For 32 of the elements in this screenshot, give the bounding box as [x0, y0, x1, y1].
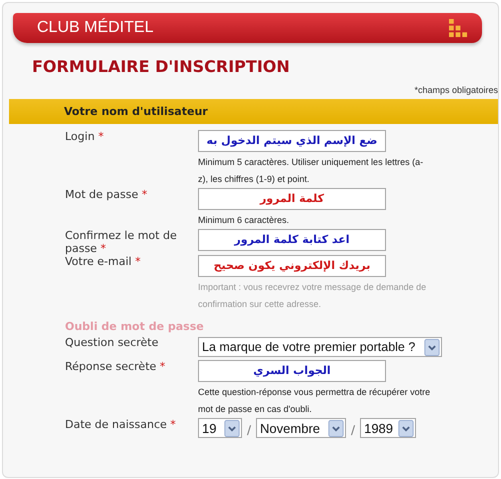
- field-label: Mot de passe *: [65, 188, 148, 203]
- page-title: FORMULAIRE D'INSCRIPTION: [32, 57, 291, 77]
- field-label: Date de naissance *: [65, 418, 177, 433]
- help-text: Cette question-réponse vous permettra de récupérer votre mot de passe en cas d'oubli.: [198, 386, 432, 416]
- input-field[interactable]: بريدك الإلكتروني يكون صحيح: [198, 255, 386, 277]
- input-field[interactable]: كلمة المرور: [198, 188, 386, 210]
- required-note: *champs obligatoires: [413, 85, 498, 95]
- field-label: Votre e-mail *: [65, 255, 142, 270]
- help-text: Important : vous recevrez votre message de demande de confirmation sur cette adresse.: [198, 281, 428, 311]
- date-dropdown[interactable]: 19: [198, 418, 242, 438]
- date-separator: /: [247, 422, 252, 436]
- caret-icon: [398, 420, 414, 436]
- date-dropdown[interactable]: Novembre: [256, 418, 346, 438]
- question-dropdown[interactable]: La marque de votre premier portable ?: [198, 337, 442, 357]
- date-dropdown[interactable]: 1989: [360, 418, 416, 438]
- help-text: Minimum 6 caractères.: [198, 214, 290, 227]
- field-label: Question secrète: [65, 336, 160, 351]
- caret-icon: [328, 420, 344, 436]
- input-field[interactable]: اعد كتابة كلمة المرور: [198, 229, 386, 251]
- section-title: Votre nom d'utilisateur: [64, 105, 208, 118]
- dots-logo-icon: [449, 18, 468, 38]
- date-separator: /: [351, 422, 356, 436]
- field-label: Réponse secrète *: [65, 360, 166, 375]
- input-field[interactable]: ضع الإسم الذي سيتم الدخول به: [198, 130, 386, 152]
- caret-icon: [224, 420, 240, 436]
- field-label: Login *: [65, 130, 105, 145]
- help-text: Minimum 5 caractères. Utiliser uniquement les lettres (a-z), les chiffres (1-9) et point.: [198, 156, 424, 186]
- brand-title: CLUB MÉDITEL: [37, 19, 154, 37]
- caret-icon: [424, 338, 440, 356]
- section-title: Oubli de mot de passe: [65, 320, 204, 333]
- input-field[interactable]: الجواب السري: [198, 360, 386, 382]
- field-label: Confirmez le mot de passe *: [65, 229, 178, 255]
